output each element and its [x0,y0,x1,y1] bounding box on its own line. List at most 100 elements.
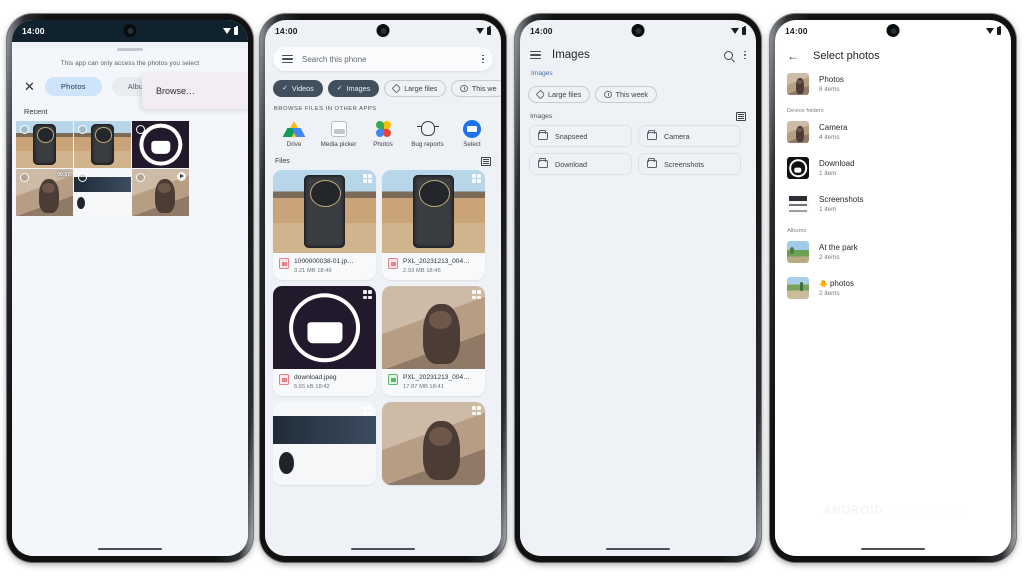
list-item-screenshots[interactable]: Screenshots 1 item [775,186,1011,222]
wifi-icon [475,28,484,34]
album-count: 1 item [819,205,837,213]
expand-icon[interactable] [472,290,481,300]
file-card[interactable]: PXL_20231213_004… 17.87 MB 18:41 [382,286,485,397]
app-select[interactable]: Select [453,119,491,148]
app-media-picker[interactable]: Media picker [320,119,358,148]
gesture-nav-bar[interactable] [351,547,415,550]
grid-view-icon[interactable] [736,112,746,121]
chip-large-files[interactable]: Large files [528,86,591,103]
list-item-at-the-park[interactable]: At the park 2 items [775,234,1011,270]
expand-icon[interactable] [363,406,372,416]
app-photos[interactable]: Photos [364,119,402,148]
phone-3-screen: 14:00 Images Images Large files This wee… [520,20,756,556]
kebab-icon[interactable] [744,50,746,60]
file-card[interactable]: 1000000038-01.jp… 3.21 MB 18:46 [273,170,376,281]
video-thumbnail[interactable] [132,169,189,216]
gesture-nav-bar[interactable] [606,547,670,550]
chip-this-week[interactable]: This week [595,86,658,103]
chip-large-files[interactable]: Large files [384,80,447,97]
app-bug-reports[interactable]: Bug reports [409,119,447,148]
select-circle-icon[interactable] [78,173,87,182]
browse-popup[interactable]: Browse… [142,73,248,109]
folder-camera[interactable]: Camera [638,125,741,147]
list-item-camera[interactable]: Camera 4 items [775,114,1011,150]
filter-chip-row: ✓ Videos ✓ Images Large files This we [265,71,501,97]
wifi-icon [985,28,994,34]
phone-1-photo-picker: 14:00 This app can only access the photo… [7,14,253,562]
camera-punch-hole-icon [631,24,645,37]
file-thumbnail [273,286,376,370]
gesture-nav-bar[interactable] [98,547,162,550]
chip-images[interactable]: ✓ Images [327,80,380,97]
hamburger-icon[interactable] [530,50,541,60]
search-input[interactable]: Search this phone [302,55,473,64]
album-count: 8 items [819,85,840,93]
file-card[interactable] [273,402,376,486]
file-card[interactable]: download.jpeg 5.65 kB 18:42 [273,286,376,397]
hamburger-icon[interactable] [282,54,293,64]
media-picker-icon [329,119,348,138]
folder-snapseed[interactable]: Snapseed [529,125,632,147]
tab-photos[interactable]: Photos [44,77,102,96]
select-circle-icon[interactable] [20,173,29,182]
album-name: Download [819,159,855,169]
select-photos-content: ← Select photos Photos 8 items Device fo… [775,42,1011,556]
images-label: Images [530,113,553,120]
photo-thumbnail[interactable] [74,121,131,168]
image-file-type-icon [279,258,289,269]
chip-label: Large files [548,90,582,99]
album-thumbnail [787,193,809,215]
status-icons [475,25,491,35]
chip-videos[interactable]: ✓ Videos [273,80,323,97]
select-circle-icon[interactable] [20,125,29,134]
list-item-text: Download 1 item [819,159,855,177]
albums-label: Albums [787,228,807,234]
phone-1-screen: 14:00 This app can only access the photo… [12,20,248,556]
file-thumbnail [382,402,485,486]
chip-label: Videos [291,84,314,93]
search-icon[interactable] [724,50,734,60]
chip-label: This week [615,90,649,99]
status-icons [222,25,238,35]
list-item-photos[interactable]: Photos 8 items [775,66,1011,102]
list-item-photos-album[interactable]: 🐥 photos 2 items [775,270,1011,306]
album-count: 2 items [819,289,840,297]
status-bar: 14:00 [265,20,501,42]
app-drive[interactable]: Drive [275,119,313,148]
expand-icon[interactable] [472,406,481,416]
select-circle-icon[interactable] [136,173,145,182]
filter-chip-row: Large files This week [520,77,756,103]
file-card[interactable]: PXL_20231213_004… 2.93 MB 18:45 [382,170,485,281]
folder-download[interactable]: Download [529,153,632,175]
file-card[interactable] [382,402,485,486]
expand-icon[interactable] [363,174,372,183]
photo-thumbnail[interactable] [74,169,131,216]
folder-label: Snapseed [555,131,588,141]
status-time: 14:00 [22,26,45,36]
folder-screenshots[interactable]: Screenshots [638,153,741,175]
search-bar[interactable]: Search this phone [273,47,493,71]
photo-thumbnail[interactable] [132,121,189,168]
file-meta: 1000000038-01.jp… 3.21 MB 18:46 [273,253,376,280]
select-circle-icon[interactable] [136,125,145,134]
select-circle-icon[interactable] [78,125,87,134]
expand-icon[interactable] [363,290,372,300]
list-item-text: Screenshots 1 item [819,195,863,213]
list-view-icon[interactable] [481,157,491,166]
folder-icon [538,130,548,140]
list-item-download[interactable]: Download 1 item [775,150,1011,186]
gesture-nav-bar[interactable] [861,547,925,550]
tag-icon [391,83,402,94]
chip-this-week[interactable]: This we [451,80,501,97]
kebab-icon[interactable] [482,54,484,64]
app-label: Select [463,141,481,148]
back-arrow-icon[interactable]: ← [787,50,799,62]
sheet-drag-handle[interactable] [117,48,143,51]
expand-icon[interactable] [472,174,481,183]
video-thumbnail[interactable]: 00:07 [16,169,73,216]
status-bar: 14:00 [12,20,248,42]
phone-4-select-photos: 14:00 ← Select photos Photos 8 items Dev… [770,14,1016,562]
battery-icon [741,25,746,35]
photo-thumbnail[interactable] [16,121,73,168]
close-icon[interactable]: ✕ [24,80,35,93]
